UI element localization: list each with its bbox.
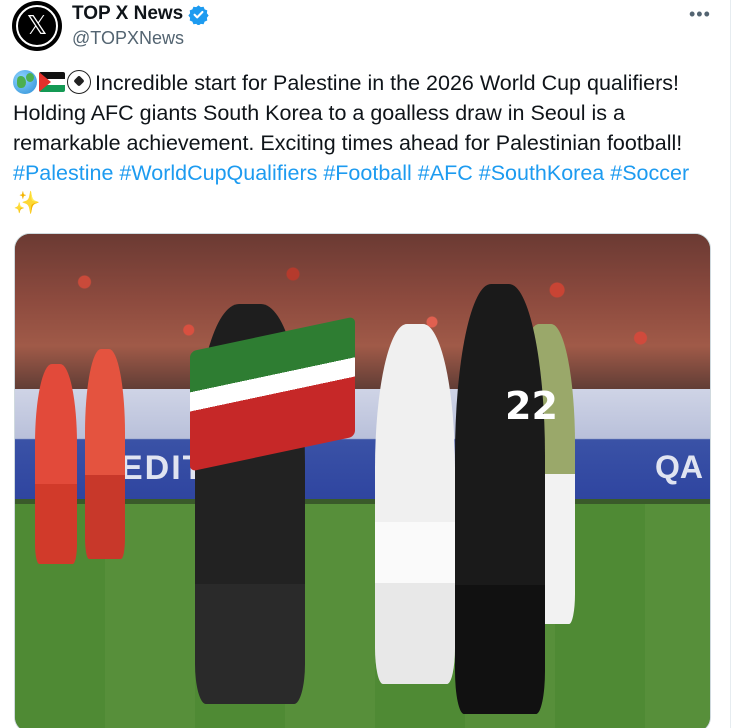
- more-options-icon[interactable]: •••: [689, 4, 711, 25]
- hashtag-line: #Palestine #WorldCupQualifiers #Football…: [13, 158, 725, 188]
- hashtag-worldcupqualifiers[interactable]: #WorldCupQualifiers: [119, 161, 317, 185]
- tweet-text: Incredible start for Palestine in the 20…: [13, 68, 725, 218]
- display-name-text[interactable]: TOP X News: [72, 3, 183, 25]
- avatar[interactable]: 𝕏: [12, 1, 62, 51]
- tweet-photo[interactable]: EDIT SON QA 22: [14, 233, 711, 728]
- text-line-3: remarkable achievement. Exciting times a…: [13, 131, 683, 155]
- text-line-1: Incredible start for Palestine in the 20…: [13, 68, 725, 98]
- photo-player-white: [375, 324, 455, 684]
- palestine-flag-icon: [39, 72, 65, 92]
- hashtag-palestine[interactable]: #Palestine: [13, 161, 113, 185]
- tweet-card[interactable]: 𝕏 TOP X News @TOPXNews ••• Incredible st…: [0, 0, 750, 728]
- hashtag-afc[interactable]: #AFC: [418, 161, 473, 185]
- photo-player-red: [35, 364, 77, 564]
- photo-jersey-number: 22: [505, 384, 558, 428]
- divider: [730, 0, 731, 728]
- photo-banner-text-right: QA: [655, 449, 703, 485]
- hashtag-southkorea[interactable]: #SouthKorea: [479, 161, 605, 185]
- x-logo-icon: 𝕏: [16, 5, 58, 47]
- photo-player-red: [85, 349, 125, 559]
- soccer-ball-icon: [67, 70, 91, 94]
- hashtag-soccer[interactable]: #Soccer: [610, 161, 689, 185]
- photo-goalkeeper: [455, 284, 545, 714]
- globe-icon: [13, 70, 37, 94]
- text-line-2: Holding AFC giants South Korea to a goal…: [13, 101, 625, 125]
- emoji-group: [13, 70, 91, 94]
- sparkles-icon: ✨: [13, 190, 41, 215]
- display-name[interactable]: TOP X News: [72, 3, 209, 25]
- verified-badge-icon: [188, 4, 209, 25]
- handle[interactable]: @TOPXNews: [72, 28, 184, 49]
- hashtag-football[interactable]: #Football: [323, 161, 411, 185]
- text-line-1-content: Incredible start for Palestine in the 20…: [95, 71, 679, 95]
